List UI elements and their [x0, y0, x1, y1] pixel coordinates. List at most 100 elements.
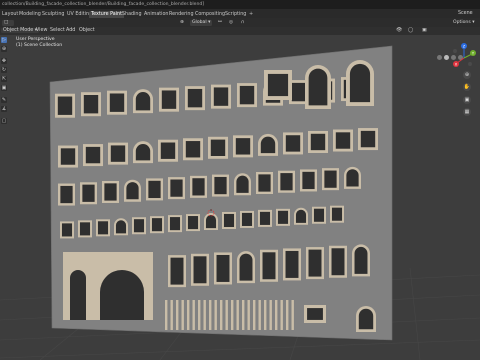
overlays-icon[interactable]: ◯ [408, 28, 413, 33]
facade-window-element [133, 89, 153, 114]
tab-compositing[interactable]: Compositing [193, 11, 227, 18]
annotate-tool-icon[interactable]: ✎ [1, 97, 7, 103]
facade-window-element [150, 216, 164, 234]
navigation-gizmo[interactable]: Z Y X [436, 38, 480, 108]
facade-window-element [264, 70, 292, 100]
facade-window-element [168, 215, 182, 233]
facade-window-element [283, 132, 303, 155]
transform-orientation-dropdown[interactable]: Global ▾ [190, 19, 213, 26]
tab-scripting[interactable]: Scripting [223, 11, 248, 18]
facade-window-element [346, 60, 374, 106]
ortho-toggle-icon[interactable]: ▦ [463, 108, 471, 116]
select-mode-icon[interactable]: □ [2, 19, 14, 26]
facade-window-element [55, 93, 75, 118]
measure-tool-icon[interactable]: ∡ [1, 106, 7, 112]
tab-shading[interactable]: Shading [120, 11, 144, 18]
rotate-tool-icon[interactable]: ↻ [1, 67, 7, 73]
facade-window-element [168, 177, 185, 200]
facade-window-element [102, 180, 119, 203]
tab-rendering[interactable]: Rendering [167, 11, 196, 18]
tab-sculpting[interactable]: Sculpting [40, 11, 66, 18]
facade-window-element [237, 83, 257, 108]
menu-view[interactable]: View [36, 28, 47, 33]
baluster [209, 300, 212, 330]
facade-window-element [190, 175, 207, 198]
gizmo-neg-z[interactable] [453, 49, 457, 53]
falloff-icon[interactable]: ∩ [241, 20, 244, 26]
snap-icon[interactable]: ⚯ [218, 20, 222, 26]
facade-window-element [300, 169, 317, 192]
facade-window-element [258, 209, 272, 227]
baluster [269, 300, 272, 330]
facade-window-element [83, 144, 103, 167]
baluster [236, 300, 239, 330]
facade-window-element [183, 138, 203, 161]
facade-window-element [237, 251, 255, 284]
facade-window-element [356, 306, 376, 332]
pan-view-icon[interactable]: ✋ [463, 83, 471, 91]
baluster [181, 300, 184, 330]
facade-window-element [344, 166, 361, 189]
facade-window-element [186, 214, 200, 232]
baluster [253, 300, 256, 330]
facade-window-element [124, 179, 141, 202]
facade-window-element [208, 136, 228, 159]
facade-window-element [58, 145, 78, 168]
window-title-bar: collection/Building_facade_collection_bl… [0, 0, 480, 9]
menu-select[interactable]: Select [50, 28, 65, 33]
window-title: collection/Building_facade_collection_bl… [2, 1, 205, 7]
facade-window-element [330, 205, 344, 223]
baluster [220, 300, 223, 330]
facade-window-element [278, 170, 295, 193]
scale-tool-icon[interactable]: ⇱ [1, 76, 7, 82]
move-tool-icon[interactable]: ✥ [1, 58, 7, 64]
gizmo-neg-y[interactable] [468, 62, 472, 66]
transform-pivot-icon[interactable]: ⊛ [180, 20, 184, 26]
facade-window-element [258, 133, 278, 156]
add-cube-tool-icon[interactable]: ▢ [1, 118, 7, 124]
cursor-tool-icon[interactable]: ⊕ [1, 46, 7, 52]
mode-dropdown[interactable]: Object Mode ▾ [1, 28, 40, 33]
facade-window-element [107, 90, 127, 115]
facade-window-element [96, 219, 110, 237]
facade-window-element [233, 135, 253, 158]
transform-tool-icon[interactable]: ▣ [1, 85, 7, 91]
baluster [247, 300, 250, 330]
facade-window-element [214, 252, 232, 285]
tab-modeling[interactable]: Modeling [17, 11, 43, 18]
facade-window-element [305, 65, 331, 109]
visibility-icon[interactable]: 👁 [396, 28, 402, 33]
facade-window-element [80, 182, 97, 205]
scene-selector[interactable]: Scene [458, 11, 473, 16]
facade-window-element [329, 245, 347, 278]
baluster [192, 300, 195, 330]
facade-window-element [132, 217, 146, 235]
tab-texture-paint[interactable]: Texture Paint [89, 10, 124, 18]
facade-window-element [322, 168, 339, 191]
facade-window-element [256, 172, 273, 195]
baluster [198, 300, 201, 330]
facade-window-element [283, 248, 301, 281]
facade-window-element [185, 86, 205, 111]
select-box-tool-icon[interactable]: ▷ [1, 37, 7, 43]
baluster [214, 300, 217, 330]
facade-window-element [168, 255, 186, 288]
workspace-tabs-bar: Layout Modeling Sculpting UV Editing Tex… [0, 9, 480, 18]
facade-window-element [133, 141, 153, 164]
left-toolbar: ▷ ⊕ ✥ ↻ ⇱ ▣ ✎ ∡ ▢ [0, 35, 8, 165]
camera-view-icon[interactable]: ▣ [463, 96, 471, 104]
transform-orientation-label: Global [192, 19, 207, 25]
viewport-info: User Perspective (1) Scene Collection [16, 37, 62, 49]
add-workspace-button[interactable]: + [249, 11, 253, 17]
proportional-edit-icon[interactable]: ◎ [229, 20, 233, 26]
viewport-canvas[interactable] [0, 35, 480, 360]
menu-add[interactable]: Add [66, 28, 75, 33]
zoom-view-icon[interactable]: ⊕ [463, 71, 471, 79]
options-label: Options [453, 19, 471, 25]
menu-object[interactable]: Object [79, 28, 95, 33]
options-dropdown[interactable]: Options ▾ [453, 20, 475, 26]
xray-icon[interactable]: ▣ [422, 28, 427, 33]
facade-window-element [60, 221, 74, 239]
facade-window-element [304, 305, 326, 323]
baluster [242, 300, 245, 330]
